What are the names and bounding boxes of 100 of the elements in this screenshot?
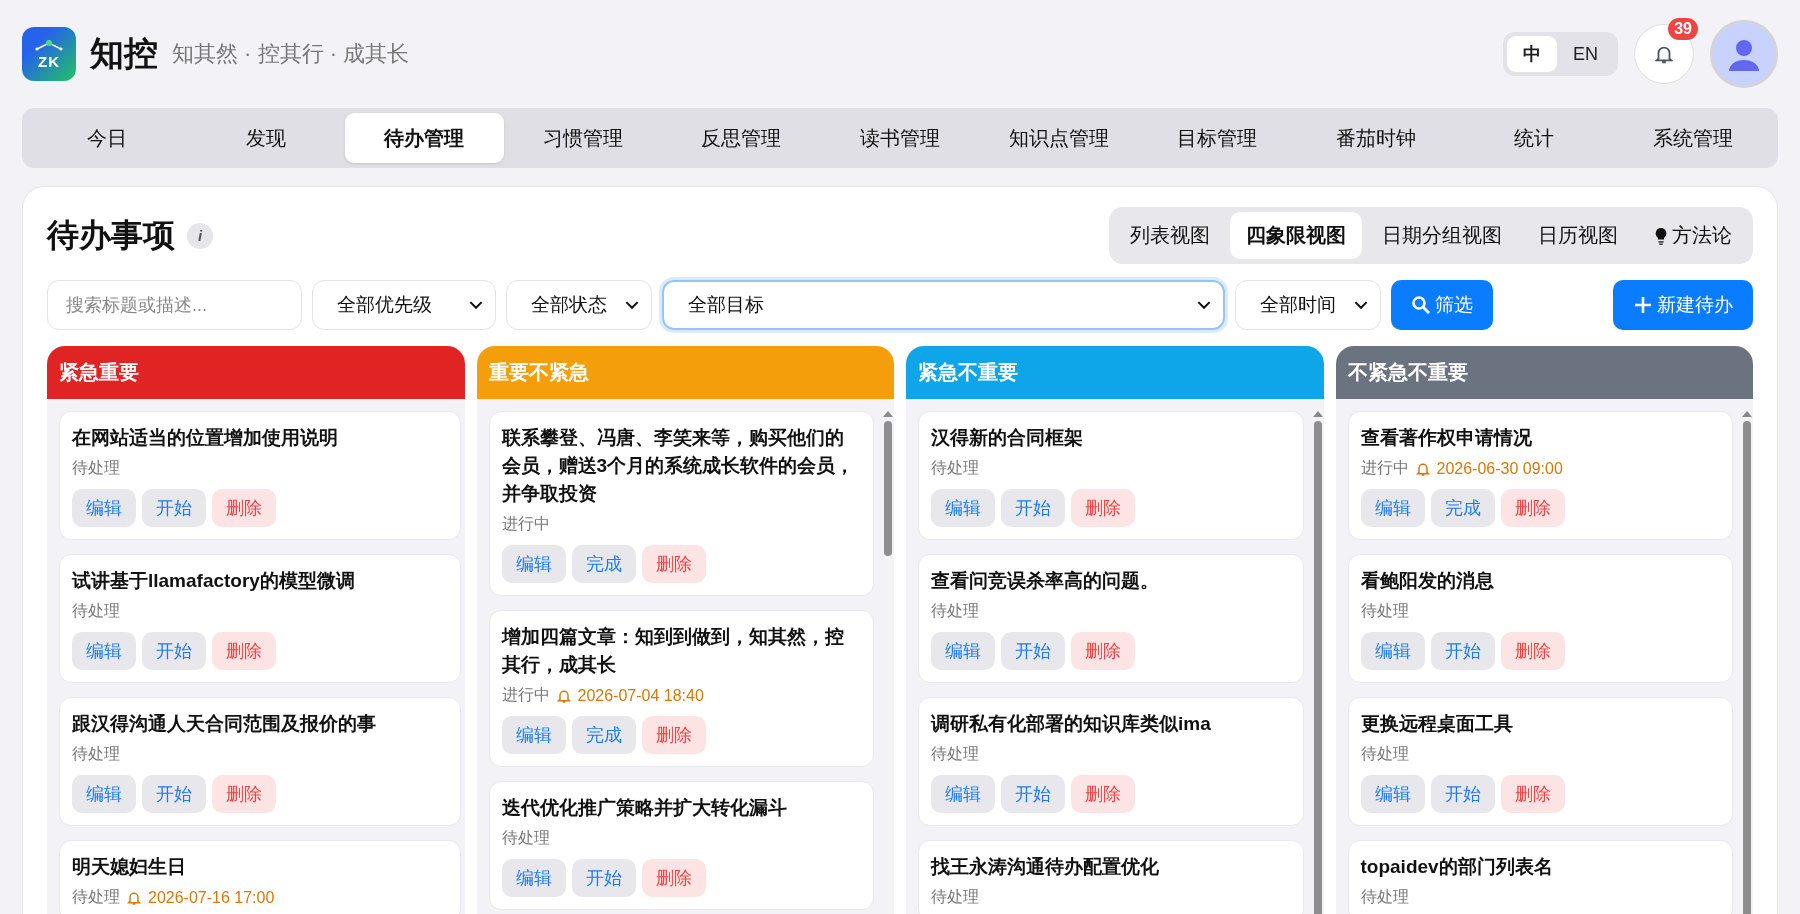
- edit-button[interactable]: 编辑: [72, 775, 136, 813]
- todo-card[interactable]: 看鲍阳发的消息 待处理 编辑 开始 删除: [1347, 554, 1733, 683]
- network-icon: [34, 38, 64, 51]
- nav-tab[interactable]: 统计: [1454, 113, 1614, 163]
- view-tab[interactable]: 四象限视图: [1230, 212, 1362, 259]
- complete-button[interactable]: 完成: [571, 716, 636, 754]
- start-button[interactable]: 开始: [1001, 775, 1065, 813]
- start-button[interactable]: 开始: [1430, 775, 1495, 813]
- language-option[interactable]: EN: [1557, 36, 1614, 72]
- todo-title: 明天媳妇生日: [72, 855, 187, 879]
- edit-button[interactable]: 编辑: [501, 859, 566, 897]
- filter-button[interactable]: 筛选: [1391, 280, 1493, 330]
- edit-button[interactable]: 编辑: [931, 632, 995, 670]
- time-select[interactable]: 全部时间: [1235, 280, 1381, 330]
- todo-card[interactable]: 调研私有化部署的知识库类似ima 待处理 编辑 开始 删除: [918, 697, 1304, 826]
- todo-card[interactable]: 跟汉得沟通人天合同范围及报价的事 待处理 编辑 开始 删除: [59, 697, 461, 826]
- chevron-down-icon: [1197, 300, 1211, 310]
- delete-button[interactable]: 删除: [641, 545, 706, 583]
- todo-status: 待处理: [1360, 887, 1409, 907]
- todo-card[interactable]: 查看著作权申请情况 进行中 2026-06-30 09:00 编辑 完成 删除: [1347, 411, 1733, 540]
- scrollbar-drawing[interactable]: [1741, 411, 1753, 914]
- status-select[interactable]: 全部状态: [506, 280, 652, 330]
- methodology-button[interactable]: 方法论: [1638, 212, 1748, 259]
- todo-card[interactable]: 找王永涛沟通待办配置优化 待处理: [918, 840, 1304, 914]
- language-option[interactable]: 中: [1507, 36, 1557, 72]
- todo-status: 待处理: [72, 744, 120, 764]
- delete-button[interactable]: 删除: [1071, 775, 1135, 813]
- nav-tab[interactable]: 番茄时钟: [1296, 113, 1455, 163]
- quadrant-header: 紧急重要: [47, 346, 465, 399]
- nav-tab[interactable]: 知识点管理: [979, 113, 1138, 163]
- start-button[interactable]: 开始: [142, 489, 206, 527]
- todo-card[interactable]: 汉得新的合同框架 待处理 编辑 开始 删除: [918, 411, 1304, 540]
- todo-status: 待处理: [1360, 744, 1409, 764]
- nav-tab[interactable]: 发现: [186, 113, 346, 163]
- nav-tab[interactable]: 读书管理: [820, 113, 980, 163]
- todo-card[interactable]: topaidev的部门列表名 待处理: [1347, 840, 1733, 914]
- info-icon[interactable]: i: [187, 222, 213, 249]
- view-tab[interactable]: 日历视图: [1522, 212, 1634, 259]
- edit-button[interactable]: 编辑: [1360, 632, 1425, 670]
- delete-button[interactable]: 删除: [1500, 632, 1565, 670]
- todo-title: 汉得新的合同框架: [931, 426, 1084, 450]
- delete-button[interactable]: 删除: [1071, 632, 1135, 670]
- todo-card[interactable]: 增加四篇文章：知到到做到，知其然，控其行，成其长 进行中 2026-07-04 18:40 编辑 完成 删除: [488, 610, 874, 767]
- todo-title: 联系攀登、冯唐、李笑来等，购买他们的会员，赠送3个月的系统成长软件的会员，并争取投资: [501, 426, 856, 506]
- edit-button[interactable]: 编辑: [72, 632, 136, 670]
- priority-select[interactable]: 全部优先级: [312, 280, 496, 330]
- complete-button[interactable]: 完成: [571, 545, 636, 583]
- nav-tab[interactable]: 习惯管理: [503, 113, 663, 163]
- search-icon: [1411, 295, 1431, 315]
- edit-button[interactable]: 编辑: [501, 716, 566, 754]
- todo-card[interactable]: 在网站适当的位置增加使用说明 待处理 编辑 开始 删除: [59, 411, 461, 540]
- todo-title: 迭代优化推广策略并扩大转化漏斗: [501, 796, 788, 820]
- lightbulb-icon: [1654, 226, 1668, 245]
- todo-status: 待处理: [501, 828, 550, 848]
- goal-select[interactable]: 全部目标: [662, 280, 1225, 330]
- todo-card[interactable]: 查看问竞误杀率高的问题。 待处理 编辑 开始 删除: [918, 554, 1304, 683]
- todo-title: topaidev的部门列表名: [1360, 855, 1554, 879]
- start-button[interactable]: 开始: [1001, 632, 1065, 670]
- view-tab[interactable]: 日期分组视图: [1366, 212, 1518, 259]
- delete-button[interactable]: 删除: [1071, 489, 1135, 527]
- delete-button[interactable]: 删除: [212, 632, 276, 670]
- reminder-time: 2026-07-16 17:00: [148, 888, 275, 907]
- todo-status: 进行中: [501, 685, 550, 705]
- nav-tab[interactable]: 目标管理: [1137, 113, 1297, 163]
- todo-status: 进行中: [1360, 458, 1409, 478]
- todo-card[interactable]: 迭代优化推广策略并扩大转化漏斗 待处理 编辑 开始 删除: [488, 781, 874, 910]
- delete-button[interactable]: 删除: [641, 716, 706, 754]
- nav-tab[interactable]: 系统管理: [1613, 113, 1772, 163]
- complete-button[interactable]: 完成: [1430, 489, 1495, 527]
- nav-tab[interactable]: 今日: [28, 113, 187, 163]
- start-button[interactable]: 开始: [142, 632, 206, 670]
- delete-button[interactable]: 删除: [212, 775, 276, 813]
- search-field[interactable]: 搜索标题或描述...: [47, 280, 302, 330]
- notification-badge: 39: [1668, 18, 1698, 40]
- delete-button[interactable]: 删除: [1500, 775, 1565, 813]
- start-button[interactable]: 开始: [1001, 489, 1065, 527]
- start-button[interactable]: 开始: [571, 859, 636, 897]
- edit-button[interactable]: 编辑: [931, 489, 995, 527]
- todo-card[interactable]: 明天媳妇生日 待处理 2026-07-16 17:00: [59, 840, 461, 914]
- delete-button[interactable]: 删除: [1500, 489, 1565, 527]
- todo-card[interactable]: 联系攀登、冯唐、李笑来等，购买他们的会员，赠送3个月的系统成长软件的会员，并争取投资 进行中 编辑 完成 删除: [488, 411, 874, 596]
- start-button[interactable]: 开始: [142, 775, 206, 813]
- chevron-down-icon: [625, 300, 639, 310]
- start-button[interactable]: 开始: [1430, 632, 1495, 670]
- todo-title: 调研私有化部署的知识库类似ima: [931, 712, 1212, 736]
- view-tab[interactable]: 列表视图: [1114, 212, 1226, 259]
- edit-button[interactable]: 编辑: [72, 489, 136, 527]
- nav-tab[interactable]: 反思管理: [662, 113, 821, 163]
- edit-button[interactable]: 编辑: [931, 775, 995, 813]
- todo-card[interactable]: 更换远程桌面工具 待处理 编辑 开始 删除: [1347, 697, 1733, 826]
- todo-title: 试讲基于llamafactory的模型微调: [72, 569, 356, 593]
- delete-button[interactable]: 删除: [212, 489, 276, 527]
- edit-button[interactable]: 编辑: [501, 545, 566, 583]
- todo-card[interactable]: 试讲基于llamafactory的模型微调 待处理 编辑 开始 删除: [59, 554, 461, 683]
- new-todo-button[interactable]: 新建待办: [1613, 280, 1753, 330]
- edit-button[interactable]: 编辑: [1360, 775, 1425, 813]
- scrollbar-drawing[interactable]: [1311, 411, 1324, 914]
- delete-button[interactable]: 删除: [641, 859, 706, 897]
- nav-tab[interactable]: 待办管理: [345, 113, 504, 163]
- edit-button[interactable]: 编辑: [1360, 489, 1425, 527]
